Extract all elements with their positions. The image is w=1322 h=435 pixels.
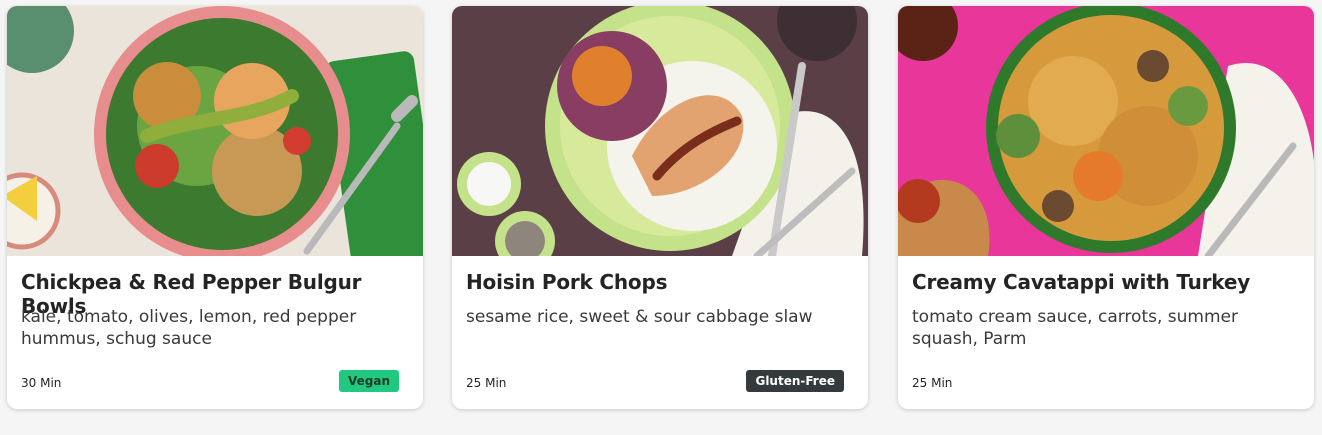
recipe-title[interactable]: Creamy Cavatappi with Turkey xyxy=(912,270,1302,294)
recipe-time: 25 Min xyxy=(466,376,507,390)
recipe-card-creamy-cavatappi-turkey[interactable]: Creamy Cavatappi with Turkey tomato crea… xyxy=(898,6,1314,409)
recipe-card-chickpea-bulgur-bowls[interactable]: Chickpea & Red Pepper Bulgur Bowls kale,… xyxy=(7,6,423,409)
recipe-photo[interactable] xyxy=(7,6,423,256)
recipe-description: kale, tomato, olives, lemon, red pepper … xyxy=(21,307,357,349)
recipe-card-body: Hoisin Pork Chops sesame rice, sweet & s… xyxy=(452,256,868,409)
recipe-description: tomato cream sauce, carrots, summer squa… xyxy=(912,307,1238,349)
recipe-description: sesame rice, sweet & sour cabbage slaw xyxy=(466,307,813,327)
recipe-card-body: Chickpea & Red Pepper Bulgur Bowls kale,… xyxy=(7,256,423,409)
recipe-title[interactable]: Hoisin Pork Chops xyxy=(466,270,856,294)
recipe-photo[interactable] xyxy=(898,6,1314,256)
diet-badge-vegan: Vegan xyxy=(339,370,399,392)
diet-badge-gluten-free: Gluten-Free xyxy=(746,370,844,392)
recipe-card-hoisin-pork-chops[interactable]: Hoisin Pork Chops sesame rice, sweet & s… xyxy=(452,6,868,409)
recipe-grid: Chickpea & Red Pepper Bulgur Bowls kale,… xyxy=(0,0,1322,435)
recipe-photo[interactable] xyxy=(452,6,868,256)
recipe-time: 25 Min xyxy=(912,376,953,390)
recipe-card-body: Creamy Cavatappi with Turkey tomato crea… xyxy=(898,256,1314,409)
recipe-time: 30 Min xyxy=(21,376,62,390)
